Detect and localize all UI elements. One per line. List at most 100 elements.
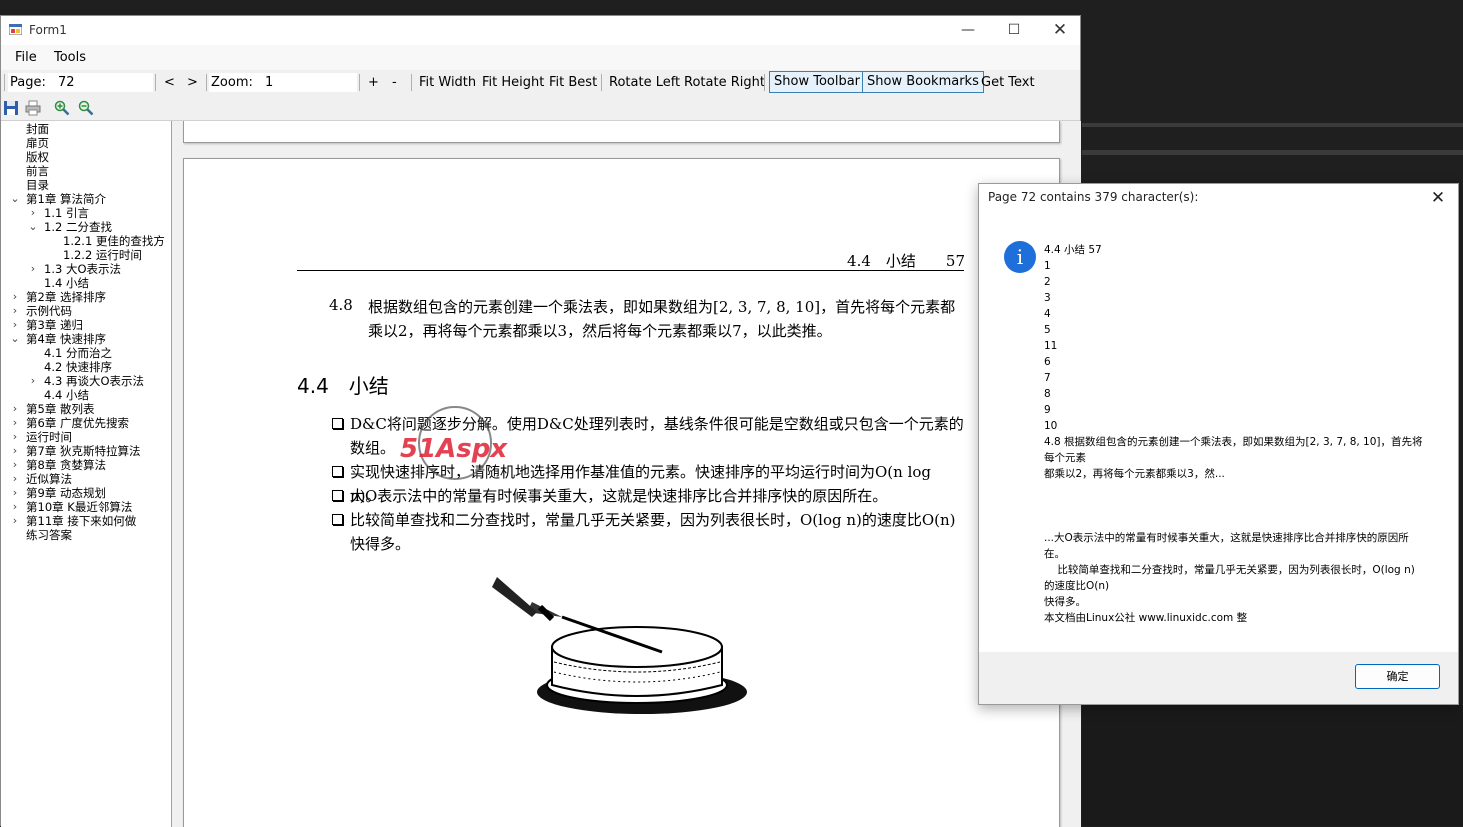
page-header: 4.4 小结 57 bbox=[847, 252, 965, 270]
expand-chevron-icon[interactable]: › bbox=[9, 472, 21, 486]
get-text-button[interactable]: Get Text bbox=[981, 75, 1035, 90]
pdf-viewer[interactable]: 4.4 小结 57 4.8 根据数组包含的元素创建一个乘法表，即如果数组为[2,… bbox=[172, 121, 1067, 827]
menu-file[interactable]: File bbox=[15, 50, 37, 65]
bookmark-item[interactable]: › 第9章 动态规划 bbox=[13, 486, 106, 500]
show-toolbar-button[interactable]: Show Toolbar bbox=[769, 71, 866, 93]
background-strip bbox=[1082, 150, 1463, 155]
page-number-input[interactable]: 72 bbox=[58, 75, 75, 90]
bookmark-label: 第1章 算法简介 bbox=[26, 192, 106, 206]
expand-chevron-icon[interactable]: › bbox=[27, 262, 39, 276]
checkbox-glyph bbox=[332, 466, 343, 477]
bookmark-item[interactable]: 目录 bbox=[26, 178, 49, 192]
expand-chevron-icon[interactable]: › bbox=[9, 304, 21, 318]
page-label: Page: bbox=[10, 75, 46, 90]
expand-chevron-icon[interactable]: › bbox=[9, 290, 21, 304]
fit-width-button[interactable]: Fit Width bbox=[419, 75, 476, 90]
expand-chevron-icon[interactable]: › bbox=[9, 500, 21, 514]
bookmark-item[interactable]: › 第3章 递归 bbox=[13, 318, 83, 332]
maximize-button[interactable]: ☐ bbox=[991, 16, 1037, 45]
bookmark-label: 第10章 K最近邻算法 bbox=[26, 500, 133, 514]
zoom-field[interactable]: Zoom: 1 bbox=[209, 73, 357, 92]
title-bar[interactable]: Form1 — ☐ ✕ bbox=[1, 16, 1080, 45]
expand-chevron-icon[interactable]: › bbox=[9, 486, 21, 500]
rotate-left-button[interactable]: Rotate Left bbox=[609, 75, 680, 90]
bookmark-label: 封面 bbox=[26, 122, 49, 136]
zoom-out-button[interactable]: - bbox=[392, 75, 397, 90]
menu-tools[interactable]: Tools bbox=[54, 50, 86, 65]
expand-chevron-icon[interactable]: › bbox=[9, 402, 21, 416]
bookmark-item[interactable]: ⌄ 第4章 快速排序 bbox=[10, 332, 106, 346]
bookmark-item[interactable]: 扉页 bbox=[26, 136, 49, 150]
bookmark-label: 4.1 分而治之 bbox=[44, 346, 112, 360]
bookmark-item[interactable]: › 近似算法 bbox=[13, 472, 72, 486]
fit-height-button[interactable]: Fit Height bbox=[482, 75, 544, 90]
minimize-button[interactable]: — bbox=[945, 16, 991, 45]
dialog-close-button[interactable]: ✕ bbox=[1424, 186, 1452, 210]
bookmark-item[interactable]: › 4.3 再谈大O表示法 bbox=[31, 374, 144, 388]
bookmark-label: 4.2 快速排序 bbox=[44, 360, 112, 374]
bookmark-item[interactable]: 封面 bbox=[26, 122, 49, 136]
fit-best-button[interactable]: Fit Best bbox=[549, 75, 597, 90]
dialog-message: 4.4 小结 57 1 2 3 4 5 11 6 7 8 9 10 4.8 根据… bbox=[1044, 244, 1423, 624]
bookmark-label: 练习答案 bbox=[26, 528, 72, 542]
bookmark-label: 第2章 选择排序 bbox=[26, 290, 106, 304]
bookmark-item[interactable]: ⌄ 第1章 算法简介 bbox=[10, 192, 106, 206]
bookmark-item[interactable]: › 第6章 广度优先搜索 bbox=[13, 416, 129, 430]
prev-page-button[interactable]: < bbox=[164, 75, 175, 90]
expand-chevron-icon[interactable]: › bbox=[9, 430, 21, 444]
bookmark-label: 版权 bbox=[26, 150, 49, 164]
expand-chevron-icon[interactable]: › bbox=[27, 374, 39, 388]
expand-chevron-icon[interactable]: › bbox=[9, 458, 21, 472]
menu-bar: File Tools bbox=[1, 45, 1080, 70]
bookmark-item[interactable]: 1.2.1 更佳的查找方 bbox=[63, 234, 165, 248]
bookmark-item[interactable]: 1.4 小结 bbox=[44, 276, 89, 290]
toolbar-separator bbox=[764, 74, 765, 91]
show-bookmarks-button[interactable]: Show Bookmarks bbox=[862, 71, 984, 93]
bookmark-label: 第6章 广度优先搜索 bbox=[26, 416, 129, 430]
bookmark-item[interactable]: › 第2章 选择排序 bbox=[13, 290, 106, 304]
bookmark-item[interactable]: › 运行时间 bbox=[13, 430, 72, 444]
bookmark-item[interactable]: 4.1 分而治之 bbox=[44, 346, 112, 360]
bookmark-item[interactable]: › 示例代码 bbox=[13, 304, 72, 318]
close-button[interactable]: ✕ bbox=[1037, 16, 1083, 45]
collapse-chevron-icon[interactable]: ⌄ bbox=[9, 332, 21, 346]
expand-chevron-icon[interactable]: › bbox=[9, 514, 21, 528]
watermark-text: 51Aspx bbox=[400, 434, 508, 464]
expand-chevron-icon[interactable]: › bbox=[9, 318, 21, 332]
bookmark-item[interactable]: › 第10章 K最近邻算法 bbox=[13, 500, 133, 514]
next-page-button[interactable]: > bbox=[187, 75, 198, 90]
zoom-out-icon[interactable] bbox=[78, 100, 94, 116]
bookmark-item[interactable]: › 第11章 接下来如何做 bbox=[13, 514, 137, 528]
ok-button[interactable]: 确定 bbox=[1355, 664, 1440, 689]
expand-chevron-icon[interactable]: › bbox=[27, 206, 39, 220]
collapse-chevron-icon[interactable]: ⌄ bbox=[27, 220, 39, 234]
bookmark-item[interactable]: › 1.1 引言 bbox=[31, 206, 89, 220]
bookmark-item[interactable]: › 第5章 散列表 bbox=[13, 402, 95, 416]
watermark-logo: 51Aspx bbox=[400, 406, 508, 480]
bookmark-item[interactable]: 前言 bbox=[26, 164, 49, 178]
bookmark-item[interactable]: 4.4 小结 bbox=[44, 388, 89, 402]
bookmarks-tree[interactable]: 封面 扉页 版权 前言 目录 ⌄ 第1章 算法简介 › 1.1 引言 ⌄ 1.2 二分查找 1.2.1… bbox=[1, 121, 172, 827]
print-icon[interactable] bbox=[25, 100, 41, 116]
cake-illustration bbox=[492, 577, 747, 714]
expand-chevron-icon[interactable]: › bbox=[9, 416, 21, 430]
zoom-in-button[interactable]: + bbox=[368, 75, 379, 90]
bookmark-label: 1.2.2 运行时间 bbox=[63, 248, 142, 262]
bookmark-item[interactable]: › 1.3 大O表示法 bbox=[31, 262, 121, 276]
zoom-in-icon[interactable] bbox=[54, 100, 70, 116]
bookmark-item[interactable]: › 第7章 狄克斯特拉算法 bbox=[13, 444, 141, 458]
bookmark-item[interactable]: 版权 bbox=[26, 150, 49, 164]
bookmark-item[interactable]: ⌄ 1.2 二分查找 bbox=[28, 220, 112, 234]
zoom-input[interactable]: 1 bbox=[265, 75, 273, 90]
bookmark-item[interactable]: › 第8章 贪婪算法 bbox=[13, 458, 106, 472]
page-field[interactable]: Page: 72 bbox=[8, 73, 153, 92]
bookmark-item[interactable]: 4.2 快速排序 bbox=[44, 360, 112, 374]
expand-chevron-icon[interactable]: › bbox=[9, 444, 21, 458]
rotate-right-button[interactable]: Rotate Right bbox=[684, 75, 765, 90]
save-icon[interactable] bbox=[3, 100, 19, 116]
bookmark-item[interactable]: 1.2.2 运行时间 bbox=[63, 248, 142, 262]
collapse-chevron-icon[interactable]: ⌄ bbox=[9, 192, 21, 206]
checkbox-glyph bbox=[332, 514, 343, 525]
window-title: Form1 bbox=[29, 23, 67, 37]
bookmark-item[interactable]: 练习答案 bbox=[26, 528, 72, 542]
